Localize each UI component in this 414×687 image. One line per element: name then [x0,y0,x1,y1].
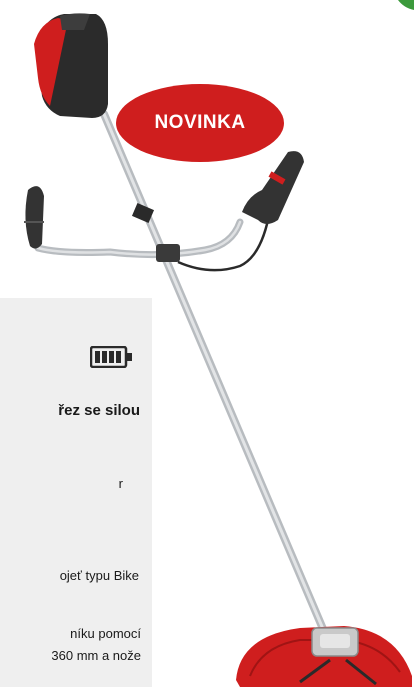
new-badge-label: NOVINKA [154,112,246,133]
new-badge: NOVINKA [116,84,284,162]
